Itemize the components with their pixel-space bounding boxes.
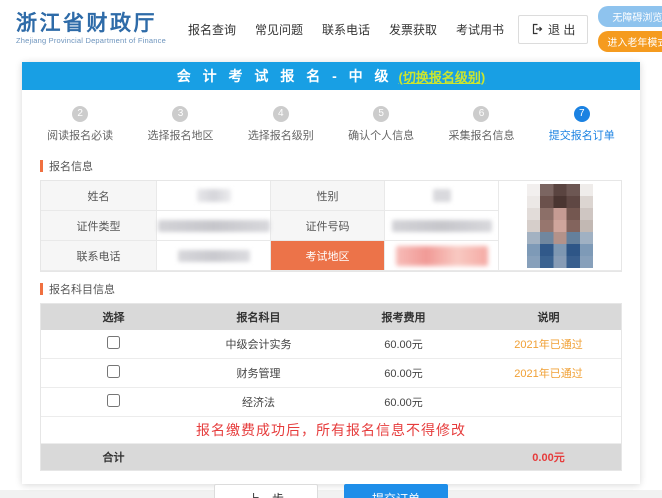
step-collect-info: 6 采集报名信息 — [448, 106, 515, 142]
nav-item-books[interactable]: 考试用书 — [456, 21, 504, 38]
mode-pills: 无障碍浏览 进入老年模式 — [598, 6, 662, 52]
id-number-value-redacted — [385, 211, 499, 241]
warning-text: 报名缴费成功后，所有报名信息不得修改 — [196, 422, 466, 438]
elder-mode-button[interactable]: 进入老年模式 — [598, 31, 662, 52]
warning-row: 报名缴费成功后，所有报名信息不得修改 — [41, 417, 621, 444]
id-type-value-redacted — [157, 211, 271, 241]
site-logo: 浙江省财政厅 Zhejiang Provincial Department of… — [16, 12, 166, 46]
section-accent-bar — [40, 160, 43, 172]
id-photo — [499, 181, 621, 271]
table-row: 经济法 60.00元 — [41, 388, 621, 417]
nav-item-phone[interactable]: 联系电话 — [322, 21, 370, 38]
nav-item-query[interactable]: 报名查询 — [188, 21, 236, 38]
section-title: 报名科目信息 — [49, 284, 115, 296]
page-title: 会 计 考 试 报 名 - 中 级 — [176, 68, 393, 84]
exam-region-value-redacted — [385, 241, 499, 271]
total-row: 合计 0.00元 — [41, 444, 621, 470]
submit-order-button[interactable]: 提交订单 — [344, 484, 448, 498]
subject-note: 2021年已通过 — [514, 339, 583, 351]
registration-info-section-head: 报名信息 — [40, 158, 622, 174]
step-read-notice: 2 阅读报名必读 — [47, 106, 114, 142]
name-value-redacted — [157, 181, 271, 211]
subject-fee: 60.00元 — [384, 397, 423, 409]
section-title: 报名信息 — [49, 161, 93, 173]
subjects-header-row: 选择 报名科目 报考费用 说明 — [41, 304, 621, 330]
exam-region-label: 考试地区 — [271, 241, 385, 271]
table-row: 中级会计实务 60.00元 2021年已通过 — [41, 330, 621, 359]
card-title-bar: 会 计 考 试 报 名 - 中 级 (切换报名级别) — [22, 62, 640, 90]
table-row: 财务管理 60.00元 2021年已通过 — [41, 359, 621, 388]
step-circle: 3 — [172, 106, 189, 122]
logo-subtitle: Zhejiang Provincial Department of Financ… — [16, 36, 166, 46]
nav-item-invoice[interactable]: 发票获取 — [389, 21, 437, 38]
id-number-label: 证件号码 — [271, 211, 385, 241]
step-select-region: 3 选择报名地区 — [147, 106, 214, 142]
nav-item-faq[interactable]: 常见问题 — [255, 21, 303, 38]
step-circle: 5 — [373, 106, 390, 122]
step-circle: 4 — [272, 106, 289, 122]
action-buttons: 上一步 提交订单 — [22, 484, 640, 498]
col-select: 选择 — [102, 312, 125, 324]
subject-name: 中级会计实务 — [225, 339, 292, 351]
logout-label: 退 出 — [548, 22, 576, 37]
gender-value-redacted — [385, 181, 499, 211]
subject-checkbox[interactable] — [107, 336, 120, 349]
site-header: 浙江省财政厅 Zhejiang Provincial Department of… — [0, 0, 662, 58]
switch-level-link[interactable]: (切换报名级别) — [399, 67, 486, 86]
step-circle: 6 — [473, 106, 490, 122]
subject-note: 2021年已通过 — [514, 368, 583, 380]
logout-icon — [531, 23, 543, 35]
total-label: 合计 — [102, 452, 125, 464]
logo-title: 浙江省财政厅 — [16, 12, 157, 36]
total-value: 0.00元 — [532, 452, 565, 464]
page: 浙江省财政厅 Zhejiang Provincial Department of… — [0, 0, 662, 498]
accessibility-button[interactable]: 无障碍浏览 — [598, 6, 662, 27]
logout-button[interactable]: 退 出 — [518, 14, 589, 44]
subject-checkbox[interactable] — [107, 365, 120, 378]
subjects-section-head: 报名科目信息 — [40, 281, 622, 297]
gender-label: 性别 — [271, 181, 385, 211]
phone-value-redacted — [157, 241, 271, 271]
id-type-label: 证件类型 — [41, 211, 157, 241]
registration-card: 会 计 考 试 报 名 - 中 级 (切换报名级别) 2 阅读报名必读 3 选择… — [22, 62, 640, 498]
step-indicator: 2 阅读报名必读 3 选择报名地区 4 选择报名级别 5 确认个人信息 6 采集… — [22, 90, 640, 152]
subject-name: 财务管理 — [236, 368, 281, 380]
col-subject: 报名科目 — [236, 312, 281, 324]
subject-fee: 60.00元 — [384, 339, 423, 351]
step-circle-active: 7 — [573, 106, 590, 122]
top-nav: 报名查询 常见问题 联系电话 发票获取 考试用书 — [188, 21, 504, 38]
name-label: 姓名 — [41, 181, 157, 211]
step-select-level: 4 选择报名级别 — [247, 106, 314, 142]
subjects-table: 选择 报名科目 报考费用 说明 中级会计实务 60.00元 2021年已通过 财… — [40, 303, 622, 471]
step-submit-order: 7 提交报名订单 — [548, 106, 615, 142]
subject-name: 经济法 — [242, 397, 275, 409]
col-note: 说明 — [537, 312, 560, 324]
previous-step-button[interactable]: 上一步 — [214, 484, 318, 498]
col-fee: 报考费用 — [381, 312, 426, 324]
registration-info-table: 姓名 性别 证件类型 证件号码 联系电话 考试地区 — [40, 180, 622, 272]
photo-mosaic — [527, 183, 593, 268]
phone-label: 联系电话 — [41, 241, 157, 271]
section-accent-bar — [40, 283, 43, 295]
subject-fee: 60.00元 — [384, 368, 423, 380]
step-circle: 2 — [72, 106, 89, 122]
subject-checkbox[interactable] — [107, 394, 120, 407]
step-confirm-info: 5 确认个人信息 — [348, 106, 415, 142]
